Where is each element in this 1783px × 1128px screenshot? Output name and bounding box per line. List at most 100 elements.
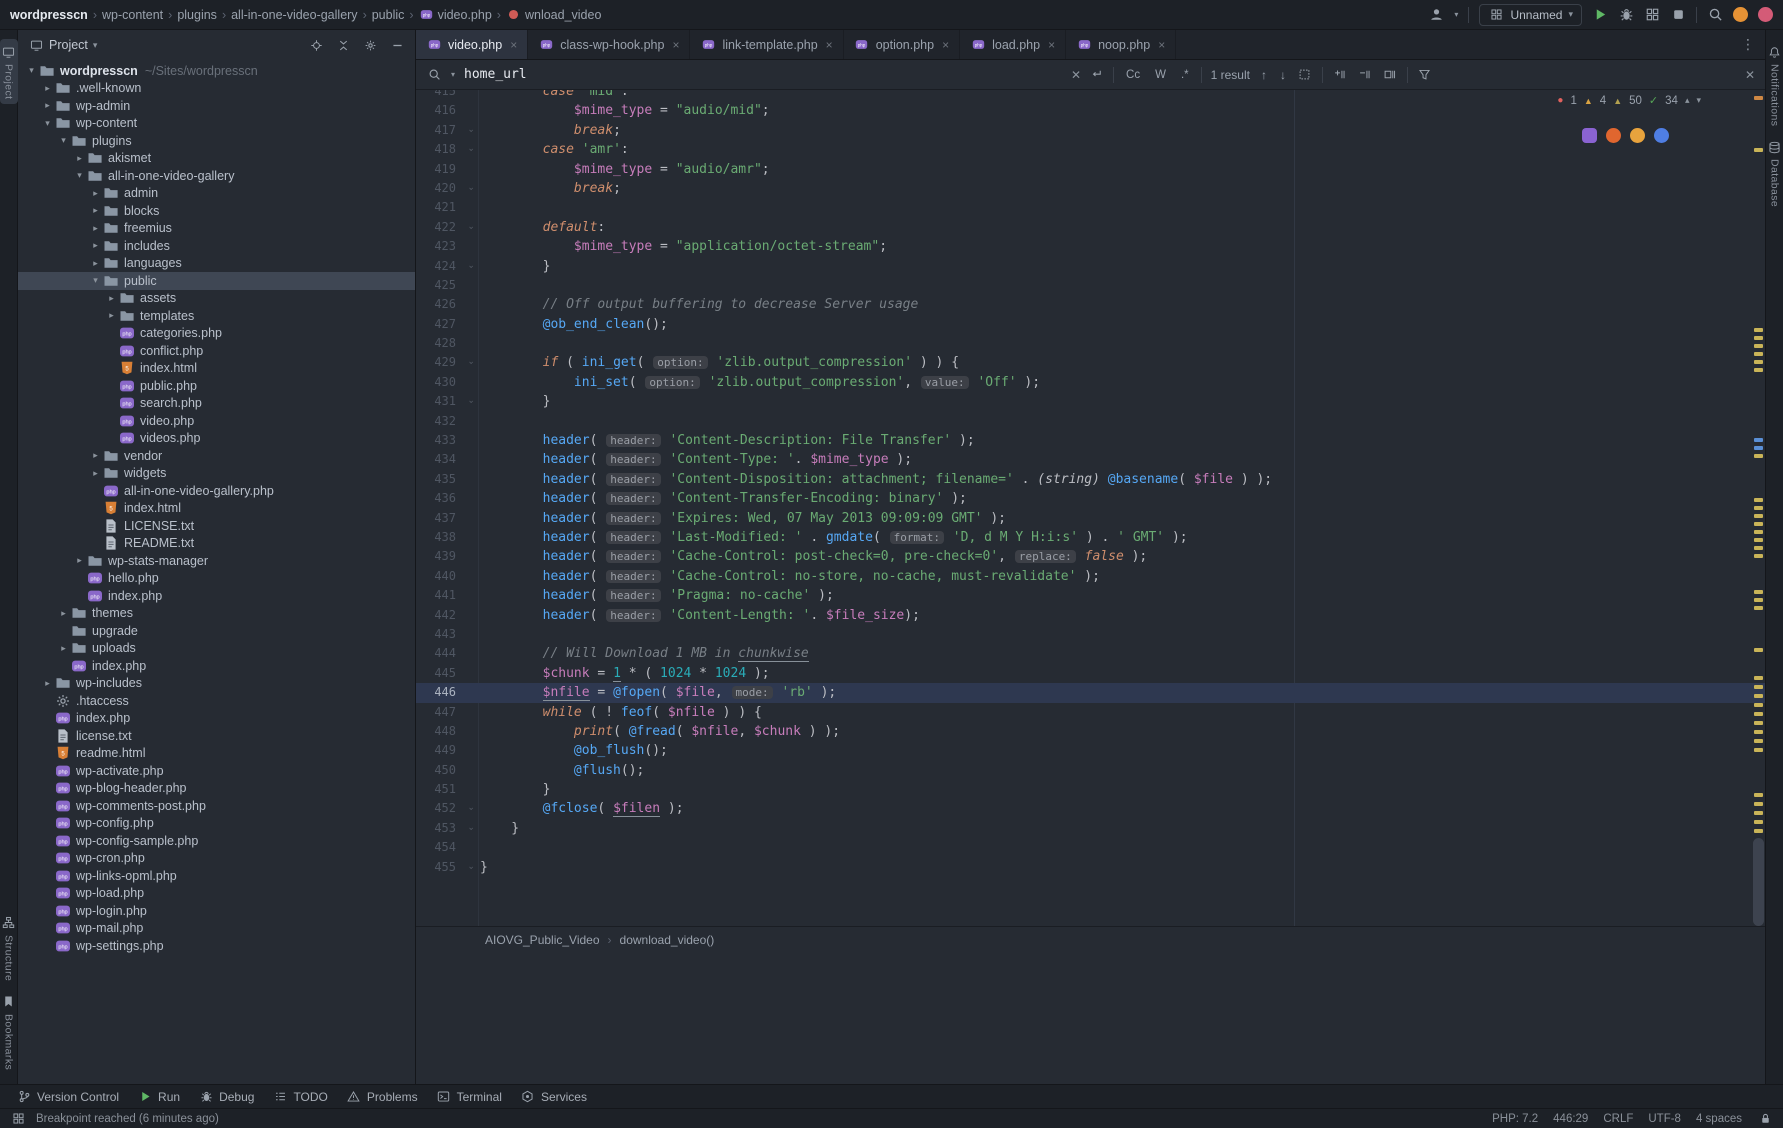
code-line[interactable]: 438 header( header: 'Last-Modified: ' . … <box>416 528 1765 547</box>
search-history-chevron-icon[interactable]: ▾ <box>451 70 455 79</box>
tree-item[interactable]: 5index.html <box>18 500 415 518</box>
line-number[interactable]: 415 <box>416 90 460 101</box>
code-line[interactable]: 435 header( header: 'Content-Disposition… <box>416 470 1765 489</box>
code-line[interactable]: 439 header( header: 'Cache-Control: post… <box>416 547 1765 566</box>
code-line[interactable]: 419 $mime_type = "audio/amr"; <box>416 160 1765 179</box>
code-line[interactable]: 421 <box>416 198 1765 217</box>
code-line[interactable]: 444 // Will Download 1 MB in chunkwise <box>416 644 1765 663</box>
line-number[interactable]: 418 <box>416 140 460 159</box>
tree-item[interactable]: phpvideos.php <box>18 430 415 448</box>
tool-strip-button-structure[interactable]: Structure <box>0 910 18 986</box>
line-number[interactable]: 451 <box>416 780 460 799</box>
debug-button[interactable] <box>1618 7 1634 23</box>
edge-icon[interactable] <box>1654 128 1669 143</box>
tree-collapse-arrow-icon[interactable]: ▸ <box>40 678 55 689</box>
code-line[interactable]: 424› } <box>416 257 1765 276</box>
tree-item[interactable]: phpwp-login.php <box>18 902 415 920</box>
code-line[interactable]: 418› case 'amr': <box>416 140 1765 159</box>
line-number[interactable]: 420 <box>416 179 460 198</box>
tree-item[interactable]: phpwp-cron.php <box>18 850 415 868</box>
fold-marker-icon[interactable]: › <box>460 257 480 276</box>
editor-tab[interactable]: phpload.php× <box>960 30 1066 59</box>
tree-item[interactable]: ▸wp-includes <box>18 675 415 693</box>
tree-item[interactable]: .htaccess <box>18 692 415 710</box>
tree-collapse-arrow-icon[interactable]: ▸ <box>104 293 119 304</box>
code-line[interactable]: 451 } <box>416 780 1765 799</box>
tree-item[interactable]: phpindex.php <box>18 710 415 728</box>
tool-window-button-run[interactable]: Run <box>137 1089 180 1105</box>
tree-item[interactable]: phppublic.php <box>18 377 415 395</box>
code-line[interactable]: 453› } <box>416 819 1765 838</box>
line-number[interactable]: 439 <box>416 547 460 566</box>
chrome-icon[interactable] <box>1630 128 1645 143</box>
editor-tab[interactable]: phpnoop.php× <box>1066 30 1176 59</box>
code-line[interactable]: 443 <box>416 625 1765 644</box>
code-line[interactable]: 440 header( header: 'Cache-Control: no-s… <box>416 567 1765 586</box>
breadcrumb-class[interactable]: AIOVG_Public_Video <box>485 933 600 947</box>
tree-collapse-arrow-icon[interactable]: ▸ <box>88 223 103 234</box>
tool-window-button-terminal[interactable]: Terminal <box>436 1089 502 1105</box>
status-item[interactable]: 446:29 <box>1553 1113 1588 1125</box>
tree-collapse-arrow-icon[interactable]: ▸ <box>88 240 103 251</box>
lock-icon[interactable] <box>1757 1111 1773 1127</box>
tree-collapse-arrow-icon[interactable]: ▸ <box>72 555 87 566</box>
breadcrumb-item[interactable]: video.php <box>438 8 492 22</box>
tree-collapse-arrow-icon[interactable]: ▸ <box>88 205 103 216</box>
breadcrumb-method[interactable]: download_video() <box>620 933 715 947</box>
tree-collapse-arrow-icon[interactable]: ▸ <box>88 468 103 479</box>
user-menu-chevron-icon[interactable]: ▾ <box>1454 10 1458 19</box>
fold-marker-icon[interactable]: › <box>460 819 480 838</box>
select-all-occurrences-button[interactable] <box>1297 67 1313 83</box>
line-number[interactable]: 442 <box>416 606 460 625</box>
line-number[interactable]: 426 <box>416 295 460 314</box>
tree-item[interactable]: 5index.html <box>18 360 415 378</box>
code-line[interactable]: 433 header( header: 'Content-Description… <box>416 431 1765 450</box>
built-in-preview-icon[interactable] <box>1582 128 1597 143</box>
previous-problem-icon[interactable]: ▴ <box>1685 95 1690 106</box>
code-line[interactable]: 431› } <box>416 392 1765 411</box>
line-number[interactable]: 433 <box>416 431 460 450</box>
tree-item[interactable]: ▸assets <box>18 290 415 308</box>
tree-expanded-arrow-icon[interactable]: ▾ <box>40 118 55 129</box>
close-tab-icon[interactable]: × <box>942 38 949 52</box>
tree-collapse-arrow-icon[interactable]: ▸ <box>88 450 103 461</box>
clear-search-icon[interactable]: ✕ <box>1071 68 1081 82</box>
line-number[interactable]: 444 <box>416 644 460 663</box>
code-line[interactable]: 423 $mime_type = "application/octet-stre… <box>416 237 1765 256</box>
tree-item[interactable]: ▸freemius <box>18 220 415 238</box>
tree-item[interactable]: ▾wordpresscn~/Sites/wordpresscn <box>18 62 415 80</box>
tree-item[interactable]: phpwp-blog-header.php <box>18 780 415 798</box>
line-number[interactable]: 431 <box>416 392 460 411</box>
line-number[interactable]: 435 <box>416 470 460 489</box>
line-number[interactable]: 445 <box>416 664 460 683</box>
tree-item[interactable]: ▾public <box>18 272 415 290</box>
code-line[interactable]: 445 $chunk = 1 * ( 1024 * 1024 ); <box>416 664 1765 683</box>
tree-item[interactable]: ▾all-in-one-video-gallery <box>18 167 415 185</box>
editor-tab[interactable]: phpvideo.php× <box>416 30 528 59</box>
locate-file-button[interactable] <box>308 37 324 53</box>
tree-item[interactable]: 5readme.html <box>18 745 415 763</box>
update-notification-badge[interactable] <box>1733 7 1748 22</box>
close-tab-icon[interactable]: × <box>826 38 833 52</box>
code-line[interactable]: 432 <box>416 412 1765 431</box>
line-number[interactable]: 452 <box>416 799 460 818</box>
close-tab-icon[interactable]: × <box>510 38 517 52</box>
tree-collapse-arrow-icon[interactable]: ▸ <box>72 153 87 164</box>
tree-item[interactable]: ▸themes <box>18 605 415 623</box>
code-line[interactable]: 447 while ( ! feof( $nfile ) ) { <box>416 703 1765 722</box>
breadcrumb-item[interactable]: public <box>372 8 405 22</box>
line-number[interactable]: 455 <box>416 858 460 877</box>
multiline-toggle-icon[interactable] <box>1088 67 1104 83</box>
breadcrumb-item[interactable]: wordpresscn <box>10 8 88 22</box>
line-number[interactable]: 427 <box>416 315 460 334</box>
tree-item[interactable]: ▾wp-content <box>18 115 415 133</box>
add-selection-button[interactable] <box>1332 67 1348 83</box>
tree-collapse-arrow-icon[interactable]: ▸ <box>88 258 103 269</box>
search-input[interactable]: home_url ✕ <box>464 67 1104 83</box>
tool-strip-button-project[interactable]: Project <box>0 39 18 104</box>
tool-windows-icon[interactable] <box>10 1111 26 1127</box>
panel-settings-button[interactable] <box>362 37 378 53</box>
line-number[interactable]: 425 <box>416 276 460 295</box>
code-line[interactable]: 425 <box>416 276 1765 295</box>
tree-item[interactable]: upgrade <box>18 622 415 640</box>
